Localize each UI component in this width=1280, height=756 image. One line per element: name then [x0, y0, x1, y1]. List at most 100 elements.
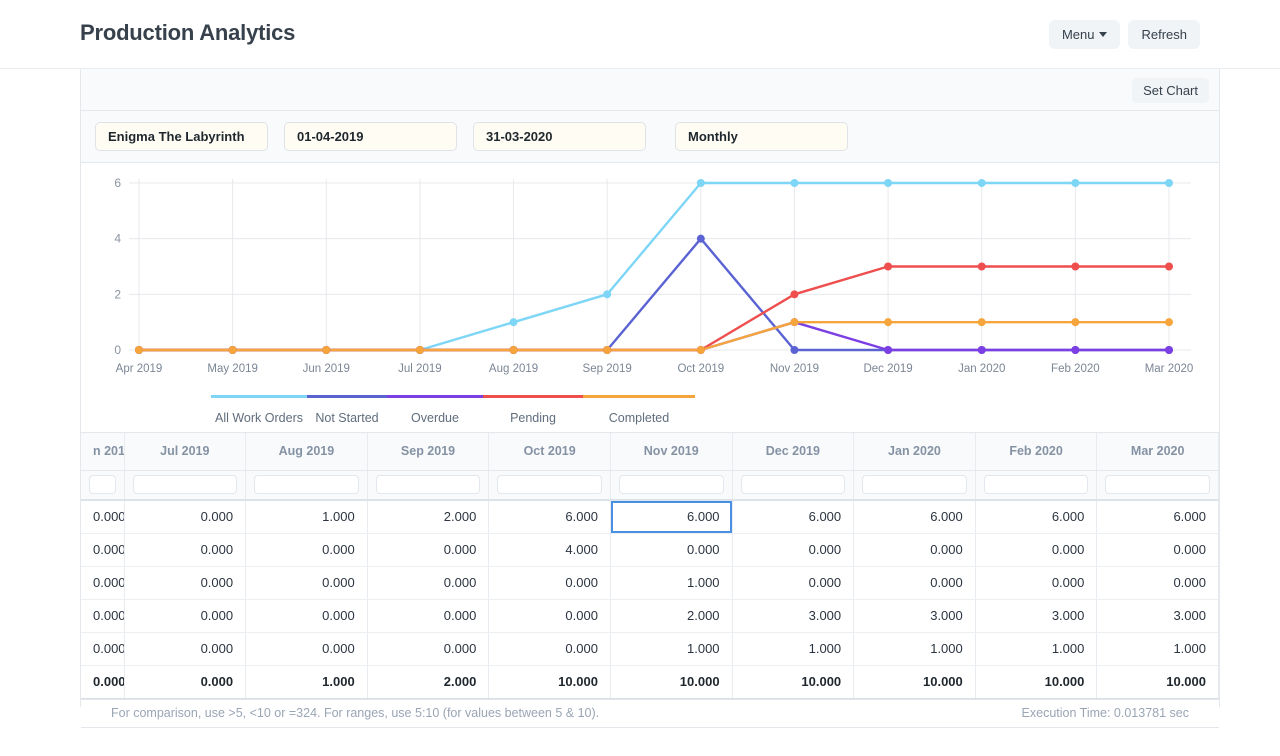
table-cell[interactable]: 0.000	[81, 500, 125, 534]
column-filter-input[interactable]	[983, 475, 1089, 495]
table-cell[interactable]: 2.000	[610, 599, 733, 633]
table-cell[interactable]: 0.000	[245, 599, 368, 633]
table-cell[interactable]: 0.000	[367, 632, 490, 666]
table-total-cell[interactable]: 0.000	[124, 665, 247, 699]
column-header[interactable]: Jul 2019	[124, 433, 247, 471]
column-filter-input[interactable]	[1105, 475, 1210, 495]
period-filter-input[interactable]: Monthly	[675, 122, 848, 151]
column-filter-input[interactable]	[862, 475, 967, 495]
table-total-cell[interactable]: 10.000	[732, 665, 855, 699]
table-cell[interactable]: 1.000	[975, 632, 1098, 666]
table-cell[interactable]: 2.000	[367, 500, 490, 534]
column-header[interactable]: Jan 2020	[853, 433, 976, 471]
column-header[interactable]: Sep 2019	[367, 433, 490, 471]
legend-color-swatch	[307, 395, 387, 398]
table-cell[interactable]: 6.000	[1096, 500, 1219, 534]
header-actions: Menu Refresh	[1048, 20, 1200, 49]
column-header[interactable]: Oct 2019	[488, 433, 611, 471]
table-cell[interactable]: 3.000	[975, 599, 1098, 633]
table-cell[interactable]: 0.000	[245, 533, 368, 567]
project-filter-input[interactable]: Enigma The Labyrinth	[95, 122, 268, 151]
table-cell[interactable]: 0.000	[124, 632, 247, 666]
execution-time-text: Execution Time: 0.013781 sec	[1021, 705, 1189, 720]
table-cell-selected[interactable]: 6.000	[610, 500, 733, 534]
table-cell[interactable]: 0.000	[81, 533, 125, 567]
table-cell[interactable]: 1.000	[610, 632, 733, 666]
column-filter-input[interactable]	[497, 475, 602, 495]
table-cell[interactable]: 0.000	[367, 599, 490, 633]
column-header[interactable]: Feb 2020	[975, 433, 1098, 471]
table-cell[interactable]: 0.000	[1096, 533, 1219, 567]
table-total-cell[interactable]: 10.000	[610, 665, 733, 699]
table-cell[interactable]: 6.000	[488, 500, 611, 534]
table-total-cell[interactable]: 2.000	[367, 665, 490, 699]
table-cell[interactable]: 0.000	[245, 632, 368, 666]
column-header[interactable]: Aug 2019	[245, 433, 368, 471]
table-total-cell[interactable]: 1.000	[245, 665, 368, 699]
column-header[interactable]: n 2019	[81, 433, 125, 471]
table-total-cell[interactable]: 10.000	[1096, 665, 1219, 699]
column-filter-cell	[367, 470, 490, 501]
table-cell[interactable]: 3.000	[732, 599, 855, 633]
legend-item-pending[interactable]: Pending	[483, 395, 583, 425]
table-cell[interactable]: 0.000	[367, 533, 490, 567]
column-header[interactable]: Dec 2019	[732, 433, 855, 471]
table-cell[interactable]: 0.000	[488, 632, 611, 666]
table-cell[interactable]: 0.000	[245, 566, 368, 600]
table-cell[interactable]: 0.000	[1096, 566, 1219, 600]
table-cell[interactable]: 1.000	[245, 500, 368, 534]
to-date-filter-input[interactable]: 31-03-2020	[473, 122, 646, 151]
column-header[interactable]: Mar 2020	[1096, 433, 1219, 471]
table-cell[interactable]: 0.000	[81, 632, 125, 666]
table-cell[interactable]: 1.000	[853, 632, 976, 666]
table-total-cell[interactable]: 0.000	[81, 665, 125, 699]
table-cell[interactable]: 6.000	[853, 500, 976, 534]
refresh-button[interactable]: Refresh	[1128, 20, 1200, 49]
table-cell[interactable]: 0.000	[853, 533, 976, 567]
table-cell[interactable]: 3.000	[853, 599, 976, 633]
from-date-filter-input[interactable]: 01-04-2019	[284, 122, 457, 151]
column-filter-input[interactable]	[254, 475, 359, 495]
table-cell[interactable]: 1.000	[610, 566, 733, 600]
table-cell[interactable]: 0.000	[124, 566, 247, 600]
legend-item-all-work-orders[interactable]: All Work Orders	[211, 395, 307, 425]
table-cell[interactable]: 0.000	[488, 599, 611, 633]
table-total-cell[interactable]: 10.000	[853, 665, 976, 699]
table-cell[interactable]: 0.000	[975, 566, 1098, 600]
column-filter-cell	[81, 470, 125, 501]
table-cell[interactable]: 6.000	[732, 500, 855, 534]
table-cell[interactable]: 0.000	[610, 533, 733, 567]
table-cell[interactable]: 0.000	[81, 566, 125, 600]
column-filter-input[interactable]	[740, 475, 846, 495]
set-chart-button[interactable]: Set Chart	[1132, 78, 1209, 103]
legend-item-not-started[interactable]: Not Started	[307, 395, 387, 425]
legend-item-overdue[interactable]: Overdue	[387, 395, 483, 425]
table-cell[interactable]: 0.000	[732, 566, 855, 600]
column-header[interactable]: Nov 2019	[610, 433, 733, 471]
menu-button[interactable]: Menu	[1048, 20, 1121, 49]
report-panel: Set Chart Enigma The Labyrinth 01-04-201…	[80, 69, 1220, 728]
column-filter-input[interactable]	[89, 475, 116, 495]
table-cell[interactable]: 0.000	[124, 500, 247, 534]
table-cell[interactable]: 4.000	[488, 533, 611, 567]
table-cell[interactable]: 0.000	[975, 533, 1098, 567]
table-cell[interactable]: 3.000	[1096, 599, 1219, 633]
table-total-cell[interactable]: 10.000	[975, 665, 1098, 699]
table-cell[interactable]: 0.000	[124, 533, 247, 567]
table-cell[interactable]: 0.000	[124, 599, 247, 633]
column-filter-input[interactable]	[375, 475, 481, 495]
table-cell[interactable]: 0.000	[81, 599, 125, 633]
table-cell[interactable]: 0.000	[853, 566, 976, 600]
legend-item-completed[interactable]: Completed	[583, 395, 695, 425]
chart-legend: All Work Orders Not Started Overdue Pending…	[81, 395, 1219, 433]
table-cell[interactable]: 0.000	[367, 566, 490, 600]
column-filter-input[interactable]	[618, 475, 724, 495]
svg-text:0: 0	[114, 343, 121, 357]
table-total-cell[interactable]: 10.000	[488, 665, 611, 699]
table-cell[interactable]: 6.000	[975, 500, 1098, 534]
table-cell[interactable]: 0.000	[488, 566, 611, 600]
column-filter-input[interactable]	[132, 475, 238, 495]
table-cell[interactable]: 1.000	[732, 632, 855, 666]
table-cell[interactable]: 1.000	[1096, 632, 1219, 666]
table-cell[interactable]: 0.000	[732, 533, 855, 567]
